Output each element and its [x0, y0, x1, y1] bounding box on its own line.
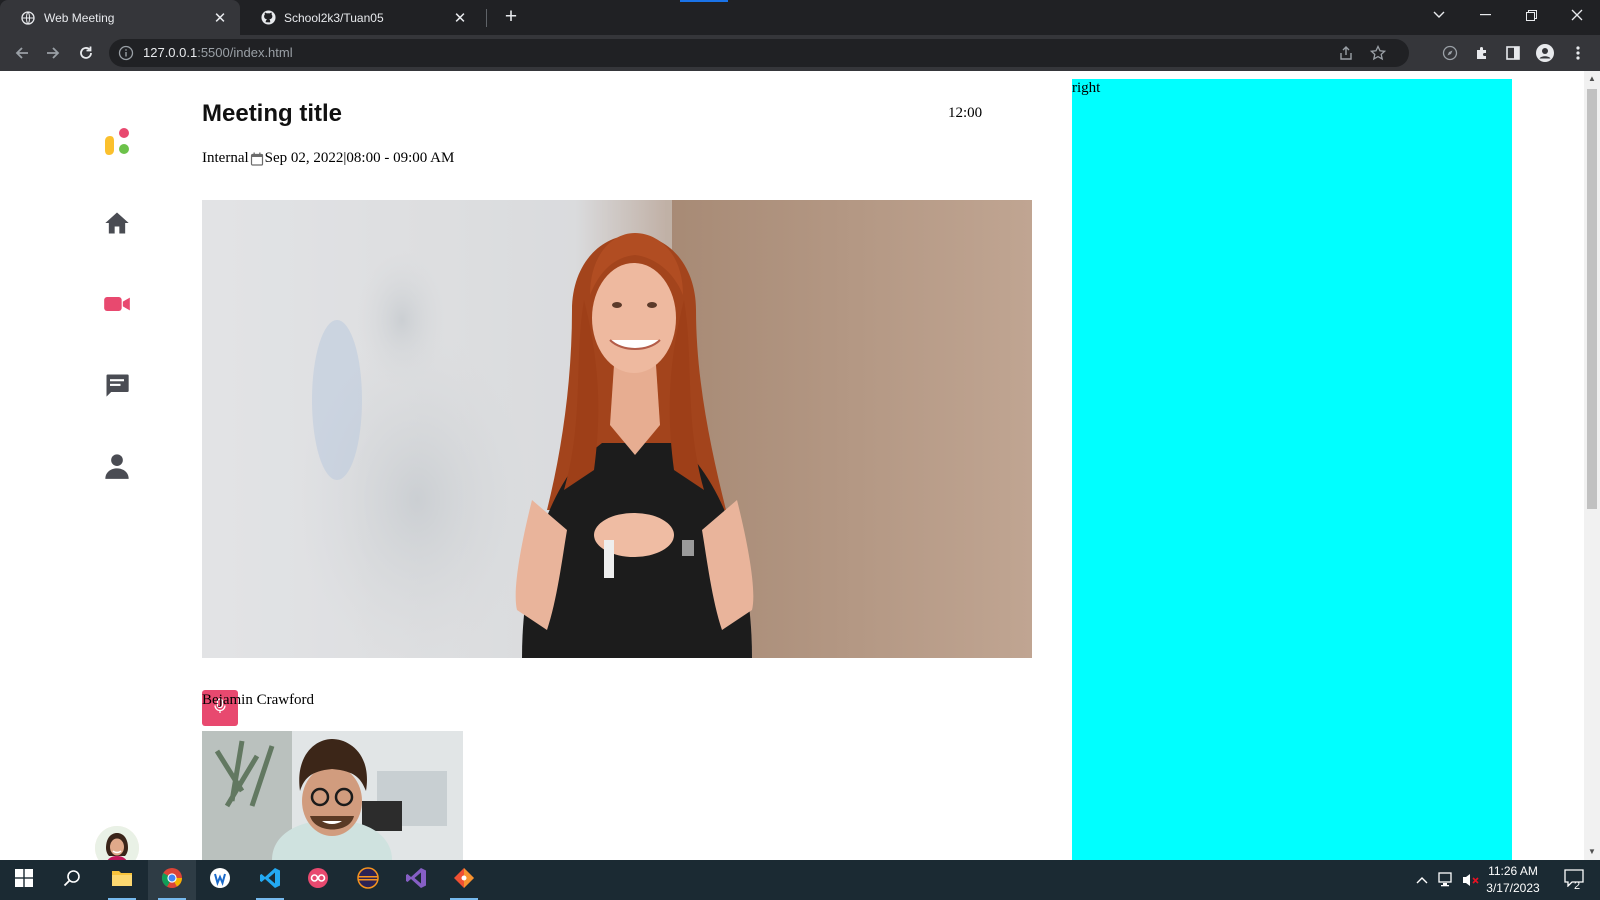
start-button[interactable]	[0, 860, 48, 900]
tab-search-button[interactable]	[1416, 0, 1462, 30]
participant-video-feed[interactable]	[202, 731, 463, 860]
app-icon	[307, 867, 329, 894]
meeting-type: Internal	[202, 150, 249, 166]
taskbar-search-button[interactable]	[48, 860, 96, 900]
tab-title: School2k3/Tuan05	[284, 10, 384, 25]
page-viewport: Meeting title 12:00 Internal Sep 02, 202…	[0, 71, 1600, 860]
home-icon[interactable]	[103, 209, 131, 237]
tab-github[interactable]: School2k3/Tuan05 ✕	[240, 0, 480, 35]
network-icon[interactable]	[1436, 860, 1458, 900]
close-window-button[interactable]	[1554, 0, 1600, 30]
menu-kebab-icon[interactable]	[1568, 43, 1588, 63]
logo-icon[interactable]	[103, 127, 131, 157]
taskbar-file-explorer[interactable]	[98, 860, 146, 900]
url-text: 127.0.0.1:5500/index.html	[143, 45, 293, 60]
meeting-clock: 12:00	[948, 105, 983, 121]
taskbar-eclipse[interactable]	[344, 860, 392, 900]
app-icon	[209, 867, 231, 894]
main-video-feed[interactable]	[202, 200, 1032, 658]
video-camera-icon[interactable]	[103, 290, 131, 318]
calendar-icon	[250, 152, 264, 166]
close-icon[interactable]: ✕	[452, 10, 468, 27]
presenter-photo	[202, 200, 1032, 658]
site-info-icon[interactable]	[118, 45, 134, 61]
tab-title: Web Meeting	[44, 10, 115, 25]
back-button[interactable]	[8, 39, 36, 67]
taskbar-visual-studio[interactable]	[392, 860, 440, 900]
tab-web-meeting[interactable]: Web Meeting ✕	[0, 0, 240, 35]
browser-tab-strip: Web Meeting ✕ School2k3/Tuan05 ✕ +	[0, 0, 1600, 35]
scroll-up-arrow-icon[interactable]: ▲	[1587, 74, 1597, 84]
url-host: 127.0.0.1	[143, 45, 198, 60]
reload-button[interactable]	[72, 39, 100, 67]
visual-studio-icon	[405, 867, 427, 894]
github-icon	[260, 10, 276, 26]
taskbar-vscode[interactable]	[246, 860, 294, 900]
forward-button[interactable]	[39, 39, 67, 67]
globe-icon	[20, 10, 36, 26]
minimize-button[interactable]	[1462, 0, 1508, 30]
participant-name: Bejamin Crawford	[202, 692, 315, 708]
scrollbar-thumb[interactable]	[1587, 89, 1597, 509]
taskbar-app[interactable]	[294, 860, 342, 900]
chrome-icon	[161, 867, 183, 894]
bookmark-star-icon[interactable]	[1368, 43, 1388, 63]
url-path: :5500/index.html	[197, 45, 293, 60]
sidebar	[90, 71, 144, 860]
side-panel-icon[interactable]	[1503, 43, 1523, 63]
meeting-time-range: 08:00 - 09:00 AM	[346, 150, 455, 166]
address-bar[interactable]: 127.0.0.1:5500/index.html	[109, 39, 1409, 67]
right-panel-label: right	[1072, 80, 1101, 96]
profile-icon[interactable]	[1535, 43, 1555, 63]
taskbar-chrome[interactable]	[148, 860, 196, 900]
share-icon[interactable]	[1336, 43, 1356, 63]
scroll-down-arrow-icon[interactable]: ▼	[1587, 847, 1597, 857]
user-avatar[interactable]	[95, 826, 139, 860]
participant-photo	[202, 731, 463, 860]
taskbar-app[interactable]	[196, 860, 244, 900]
page-title: Meeting title	[202, 100, 343, 127]
meeting-meta: Internal Sep 02, 2022 | 08:00 - 09:00 AM	[202, 150, 454, 167]
right-panel: right	[1072, 79, 1512, 860]
compass-extension-icon[interactable]	[1440, 43, 1460, 63]
taskbar: 11:26 AM 3/17/2023 2	[0, 860, 1600, 900]
eclipse-icon	[357, 866, 379, 894]
meeting-date: Sep 02, 2022	[264, 150, 344, 166]
vscode-icon	[259, 867, 281, 894]
git-icon	[453, 867, 475, 894]
clock-date: 3/17/2023	[1486, 881, 1540, 895]
new-tab-button[interactable]: +	[499, 6, 523, 30]
windows-start-icon	[15, 868, 33, 892]
notification-count: 2	[1574, 880, 1581, 892]
close-icon[interactable]: ✕	[212, 10, 228, 27]
page-scrollbar[interactable]: ▲ ▼	[1584, 71, 1600, 860]
show-hidden-icons-button[interactable]	[1412, 860, 1432, 900]
file-explorer-icon	[111, 869, 133, 892]
system-clock[interactable]: 11:26 AM 3/17/2023	[1478, 863, 1548, 897]
tab-divider	[486, 9, 487, 27]
clock-time: 11:26 AM	[1488, 864, 1538, 878]
extensions-puzzle-icon[interactable]	[1472, 43, 1492, 63]
browser-toolbar: 127.0.0.1:5500/index.html	[0, 35, 1600, 71]
notification-center-button[interactable]: 2	[1556, 860, 1592, 900]
restore-button[interactable]	[1508, 0, 1554, 30]
loading-indicator	[680, 0, 728, 2]
chat-icon[interactable]	[103, 371, 131, 399]
person-icon[interactable]	[103, 452, 131, 480]
taskbar-git[interactable]	[440, 860, 488, 900]
search-icon	[63, 869, 81, 892]
